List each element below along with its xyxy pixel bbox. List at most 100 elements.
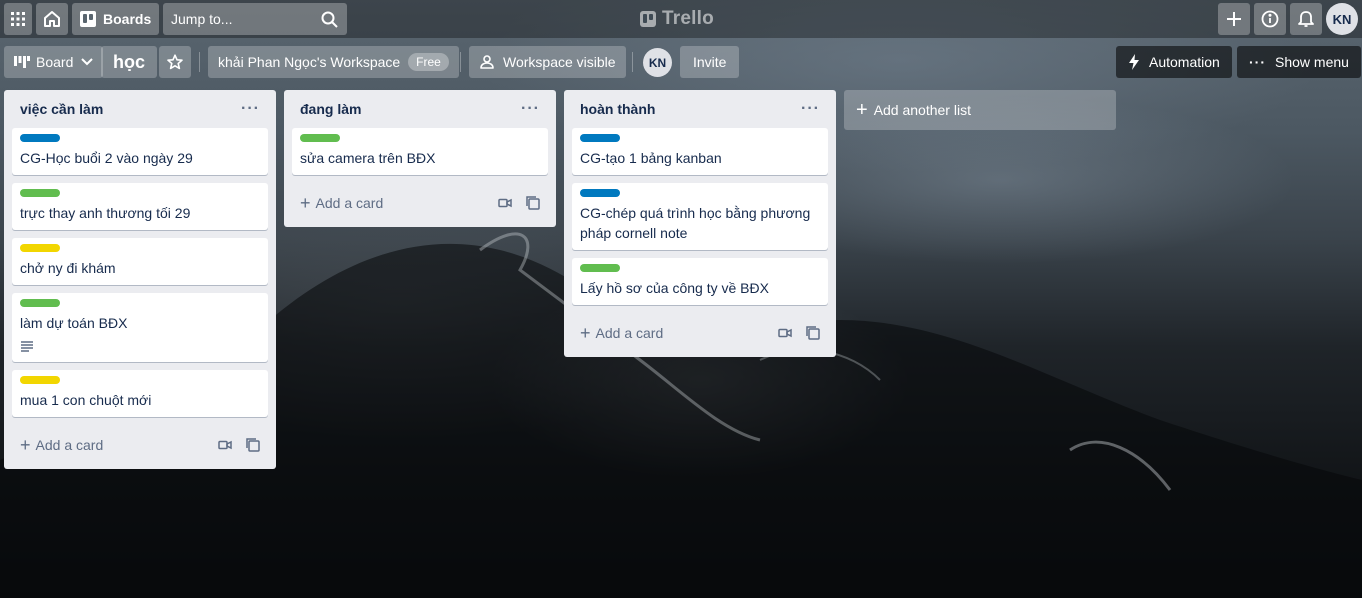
list-todo: việc cần làm ··· CG-Học buổi 2 vào ngày … [4, 90, 276, 469]
visibility-label: Workspace visible [503, 54, 616, 70]
card-title: sửa camera trên BĐX [300, 150, 436, 166]
add-card-label: Add a card [315, 195, 384, 211]
lightning-icon [1128, 54, 1140, 70]
plus-icon: + [580, 323, 591, 343]
add-card-label: Add a card [595, 325, 664, 341]
boards-button[interactable]: Boards [72, 3, 159, 35]
workspace-button[interactable]: khải Phan Ngọc's Workspace Free [208, 46, 459, 78]
add-card-button[interactable]: + Add a card [20, 436, 103, 454]
list-footer: + Add a card [292, 181, 548, 227]
board-title[interactable]: học [101, 46, 158, 78]
automation-button[interactable]: Automation [1116, 46, 1232, 78]
video-record-icon[interactable] [498, 198, 512, 208]
card-label-blue[interactable] [580, 134, 620, 142]
card-label-blue[interactable] [20, 134, 60, 142]
video-record-icon[interactable] [778, 328, 792, 338]
plus-icon: + [20, 435, 31, 455]
description-icon [20, 339, 260, 355]
card-title: Lấy hồ sơ của công ty về BĐX [580, 280, 769, 296]
plus-icon [1227, 12, 1241, 26]
workspace-plan-badge: Free [408, 53, 449, 71]
header-divider [199, 52, 200, 72]
jump-to-search[interactable] [163, 3, 347, 35]
people-icon [479, 55, 495, 69]
card[interactable]: sửa camera trên BĐX [292, 128, 548, 175]
card-label-yellow[interactable] [20, 244, 60, 252]
list-title[interactable]: hoàn thành [580, 101, 655, 117]
star-icon [167, 54, 183, 70]
search-input[interactable] [171, 11, 311, 27]
list-title[interactable]: việc cần làm [20, 101, 103, 117]
board-view-switcher[interactable]: Board [4, 46, 104, 78]
card-label-blue[interactable] [580, 189, 620, 197]
card[interactable]: CG-tạo 1 bảng kanban [572, 128, 828, 175]
card-template-icon[interactable] [806, 326, 820, 340]
search-icon [321, 11, 338, 28]
card[interactable]: Lấy hồ sơ của công ty về BĐX [572, 258, 828, 305]
card-label-green[interactable] [580, 264, 620, 272]
card[interactable]: mua 1 con chuột mới [12, 370, 268, 417]
bell-icon [1298, 11, 1314, 27]
board-view-icon [14, 56, 30, 68]
list-menu-icon[interactable]: ··· [241, 100, 260, 118]
create-button[interactable] [1218, 3, 1250, 35]
info-icon [1261, 10, 1279, 28]
add-card-button[interactable]: + Add a card [580, 324, 663, 342]
header-divider [460, 52, 461, 72]
user-avatar[interactable]: KN [1326, 3, 1358, 35]
show-menu-button[interactable]: ··· Show menu [1237, 46, 1361, 78]
add-card-label: Add a card [35, 437, 104, 453]
card-label-green[interactable] [20, 299, 60, 307]
show-menu-label: Show menu [1275, 54, 1349, 70]
trello-logo[interactable]: Trello [640, 8, 714, 30]
boards-label: Boards [103, 11, 152, 27]
notifications-button[interactable] [1290, 3, 1322, 35]
card-label-green[interactable] [20, 189, 60, 197]
card-title: CG-Học buổi 2 vào ngày 29 [20, 150, 193, 166]
card-template-icon[interactable] [526, 196, 540, 210]
visibility-button[interactable]: Workspace visible [469, 46, 626, 78]
card-title: mua 1 con chuột mới [20, 392, 152, 408]
list-title[interactable]: đang làm [300, 101, 361, 117]
add-another-list-button[interactable]: + Add another list [844, 90, 1116, 130]
automation-label: Automation [1149, 54, 1220, 70]
more-dots-icon: ··· [1249, 54, 1266, 70]
card-label-green[interactable] [300, 134, 340, 142]
card[interactable]: làm dự toán BĐX [12, 293, 268, 362]
card-title: CG-chép quá trình học bằng phương pháp c… [580, 205, 811, 241]
trello-logo-icon [640, 11, 656, 27]
info-button[interactable] [1254, 3, 1286, 35]
home-icon [44, 11, 60, 27]
board-view-label: Board [36, 54, 74, 70]
card[interactable]: chở ny đi khám [12, 238, 268, 285]
list-footer: + Add a card [12, 423, 268, 469]
header-divider [632, 52, 633, 72]
apps-grid-icon [11, 12, 25, 26]
list-menu-icon[interactable]: ··· [801, 100, 820, 118]
board-member-avatar[interactable]: KN [643, 48, 672, 77]
logo-text: Trello [662, 8, 714, 29]
list-header[interactable]: hoàn thành ··· [572, 90, 828, 128]
card-title: trực thay anh thương tối 29 [20, 205, 191, 221]
list-header[interactable]: đang làm ··· [292, 90, 548, 128]
workspace-name: khải Phan Ngọc's Workspace [218, 54, 401, 70]
card[interactable]: CG-Học buổi 2 vào ngày 29 [12, 128, 268, 175]
video-record-icon[interactable] [218, 440, 232, 450]
home-button[interactable] [36, 3, 68, 35]
list-header[interactable]: việc cần làm ··· [12, 90, 268, 128]
card-title: làm dự toán BĐX [20, 315, 128, 331]
invite-button[interactable]: Invite [680, 46, 740, 78]
card-title: CG-tạo 1 bảng kanban [580, 150, 722, 166]
card-title: chở ny đi khám [20, 260, 116, 276]
list-menu-icon[interactable]: ··· [521, 100, 540, 118]
list-done: hoàn thành ··· CG-tạo 1 bảng kanban CG-c… [564, 90, 836, 357]
add-card-button[interactable]: + Add a card [300, 194, 383, 212]
card[interactable]: CG-chép quá trình học bằng phương pháp c… [572, 183, 828, 250]
card-template-icon[interactable] [246, 438, 260, 452]
list-footer: + Add a card [572, 311, 828, 357]
star-button[interactable] [159, 46, 191, 78]
card[interactable]: trực thay anh thương tối 29 [12, 183, 268, 230]
apps-grid-button[interactable] [4, 3, 32, 35]
plus-icon: + [300, 193, 311, 213]
card-label-yellow[interactable] [20, 376, 60, 384]
